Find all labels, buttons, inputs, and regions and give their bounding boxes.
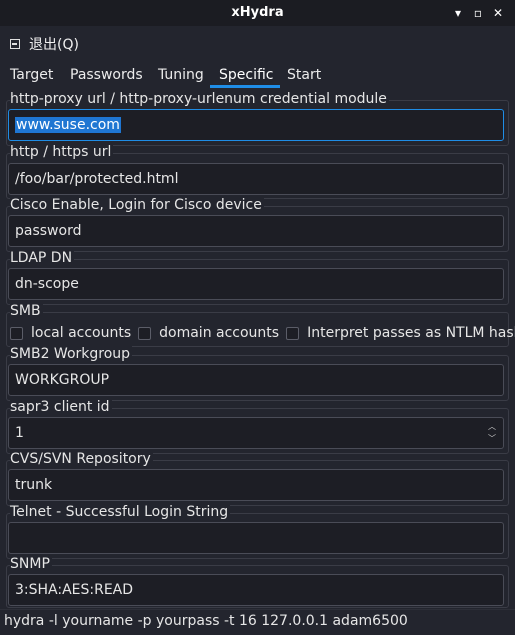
window-title: xHydra bbox=[231, 5, 284, 20]
cisco-value: password bbox=[15, 223, 82, 239]
ldap-value: dn-scope bbox=[15, 276, 79, 292]
http-proxy-value: www.suse.com bbox=[15, 117, 121, 133]
local-accounts-label[interactable]: local accounts bbox=[31, 325, 131, 341]
tab-target[interactable]: Target bbox=[10, 67, 53, 83]
sapr3-client-id-value: 1 bbox=[15, 425, 24, 441]
ntlm-hashes-checkbox[interactable] bbox=[286, 326, 300, 340]
ldap-label: LDAP DN bbox=[10, 250, 75, 266]
cisco-label: Cisco Enable, Login for Cisco device bbox=[10, 197, 264, 213]
status-bar: hydra -l yourname -p yourpass -t 16 127.… bbox=[0, 609, 515, 635]
command-preview: hydra -l yourname -p yourpass -t 16 127.… bbox=[4, 613, 408, 629]
http-url-label: http / https url bbox=[10, 144, 114, 160]
snmp-value: 3:SHA:AES:READ bbox=[15, 582, 134, 598]
exit-icon bbox=[10, 39, 20, 49]
chevron-down-icon[interactable]: ﹀ bbox=[487, 433, 497, 445]
snmp-label: SNMP bbox=[10, 556, 52, 572]
menu-bar: 退出(Q) bbox=[0, 26, 515, 60]
ldap-input[interactable]: dn-scope bbox=[8, 268, 504, 300]
smb2-workgroup-value: WORKGROUP bbox=[15, 372, 110, 388]
sapr3-label: sapr3 client id bbox=[10, 399, 112, 415]
tab-start[interactable]: Start bbox=[287, 67, 321, 83]
quit-label: 退出(Q) bbox=[29, 37, 79, 53]
quit-menu-item[interactable]: 退出(Q) bbox=[10, 34, 79, 54]
minimize-icon[interactable]: ▾ bbox=[450, 5, 466, 21]
active-tab-indicator bbox=[210, 85, 280, 88]
smb2-label: SMB2 Workgroup bbox=[10, 346, 133, 362]
local-accounts-checkbox[interactable] bbox=[10, 326, 23, 340]
ntlm-hashes-label[interactable]: Interpret passes as NTLM hashes bbox=[307, 325, 515, 341]
cvs-repository-input[interactable]: trunk bbox=[8, 469, 504, 501]
http-url-input[interactable]: /foo/bar/protected.html bbox=[8, 163, 504, 195]
tab-specific[interactable]: Specific bbox=[219, 67, 274, 83]
smb2-workgroup-input[interactable]: WORKGROUP bbox=[8, 364, 504, 396]
telnet-login-string-input[interactable] bbox=[8, 522, 504, 554]
http-url-value: /foo/bar/protected.html bbox=[15, 171, 179, 187]
snmp-input[interactable]: 3:SHA:AES:READ bbox=[8, 574, 504, 606]
smb-options: local accounts domain accounts Interpret… bbox=[10, 323, 515, 343]
cvs-label: CVS/SVN Repository bbox=[10, 451, 153, 467]
domain-accounts-checkbox[interactable] bbox=[138, 326, 152, 340]
cvs-repository-value: trunk bbox=[15, 477, 53, 493]
cisco-input[interactable]: password bbox=[8, 215, 504, 247]
title-bar: xHydra ▾ ▫ ✕ bbox=[0, 0, 515, 26]
spin-arrows[interactable]: ︿ ﹀ bbox=[487, 421, 497, 447]
tab-bar: Target Passwords Tuning Specific Start bbox=[0, 64, 515, 88]
http-proxy-label: http-proxy url / http-proxy-urlenum cred… bbox=[10, 91, 389, 107]
tab-passwords[interactable]: Passwords bbox=[70, 67, 143, 83]
chevron-up-icon[interactable]: ︿ bbox=[487, 421, 497, 433]
smb-label: SMB bbox=[10, 303, 43, 319]
tab-tuning[interactable]: Tuning bbox=[158, 67, 204, 83]
http-proxy-input[interactable]: www.suse.com bbox=[8, 109, 504, 141]
close-icon[interactable]: ✕ bbox=[490, 5, 506, 21]
sapr3-client-id-spinbox[interactable]: 1 ︿ ﹀ bbox=[8, 417, 504, 449]
domain-accounts-label[interactable]: domain accounts bbox=[159, 325, 279, 341]
maximize-icon[interactable]: ▫ bbox=[470, 5, 486, 21]
telnet-label: Telnet - Successful Login String bbox=[10, 504, 231, 520]
